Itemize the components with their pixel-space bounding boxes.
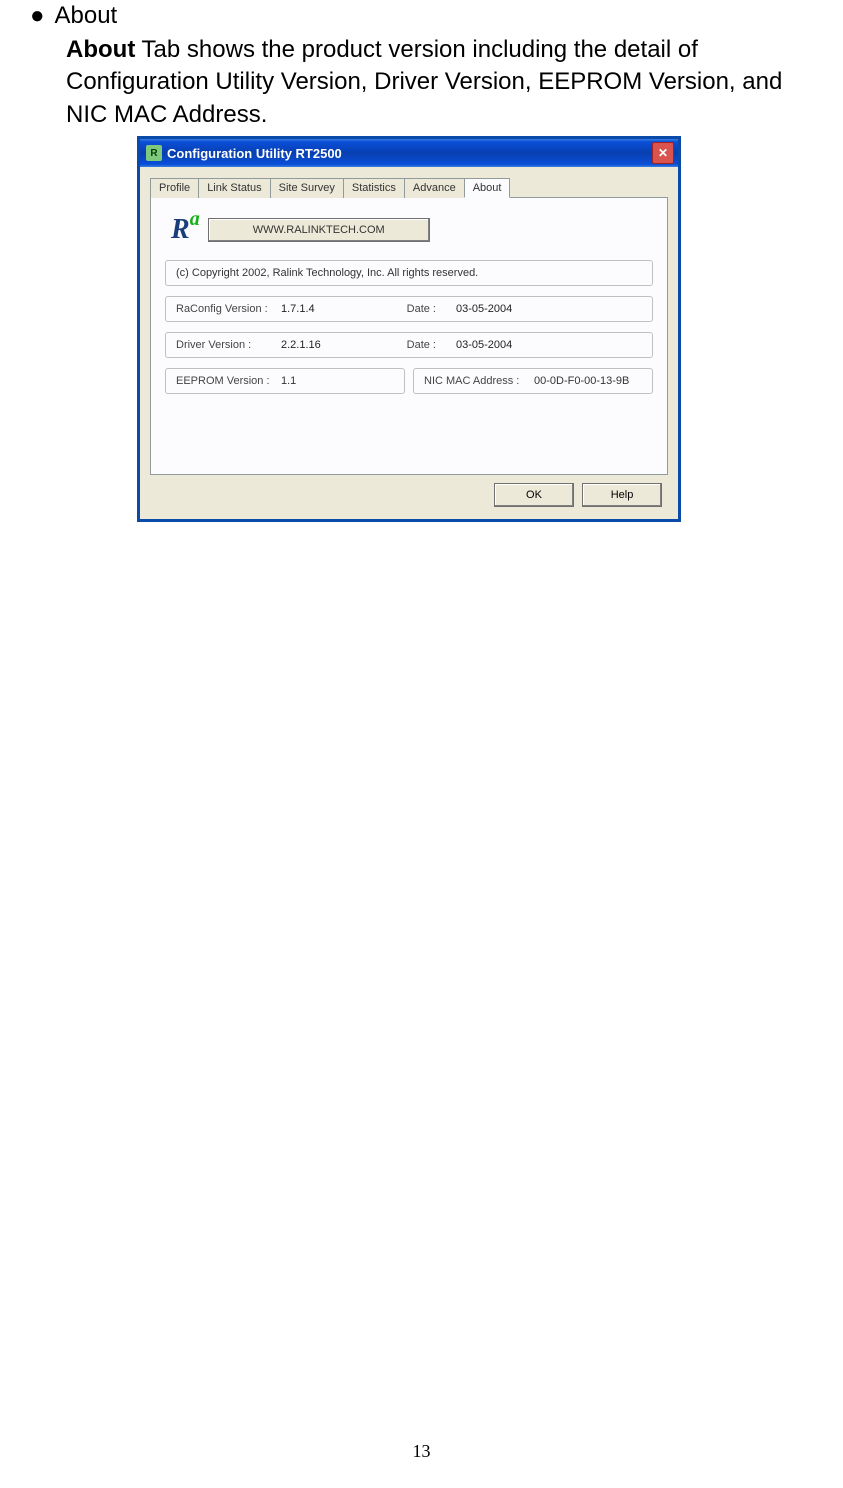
tab-strip: Profile Link Status Site Survey Statisti… [150,177,668,198]
tab-link-status[interactable]: Link Status [198,178,270,198]
para-rest: Tab shows the product version including … [66,36,782,128]
copyright-box: (c) Copyright 2002, Ralink Technology, I… [165,260,653,286]
eeprom-label: EEPROM Version : [176,375,281,387]
ok-button[interactable]: OK [494,483,574,507]
ralink-logo: Ra [171,214,190,246]
bullet-text: About [55,2,118,29]
raconfig-label: RaConfig Version : [176,303,281,315]
close-button[interactable]: ✕ [652,142,674,164]
driver-date-label: Date : [376,339,436,351]
window-title: Configuration Utility RT2500 [167,146,342,161]
config-utility-window: R Configuration Utility RT2500 ✕ Profile… [138,137,680,521]
website-button[interactable]: WWW.RALINKTECH.COM [208,218,430,242]
tab-profile[interactable]: Profile [150,178,199,198]
raconfig-value: 1.7.1.4 [281,303,376,315]
tab-content-about: Ra WWW.RALINKTECH.COM (c) Copyright 2002… [150,198,668,475]
driver-box: Driver Version : 2.2.1.16 Date : 03-05-2… [165,332,653,358]
driver-date-value: 03-05-2004 [456,339,512,351]
help-button[interactable]: Help [582,483,662,507]
page-number: 13 [0,1441,843,1462]
logo-row: Ra WWW.RALINKTECH.COM [165,214,653,246]
nic-value: 00-0D-F0-00-13-9B [534,375,629,387]
nic-box: NIC MAC Address : 00-0D-F0-00-13-9B [413,368,653,394]
window-body: Profile Link Status Site Survey Statisti… [140,167,678,519]
close-icon: ✕ [658,146,668,160]
eeprom-value: 1.1 [281,375,296,387]
eeprom-box: EEPROM Version : 1.1 [165,368,405,394]
raconfig-box: RaConfig Version : 1.7.1.4 Date : 03-05-… [165,296,653,322]
copyright-text: (c) Copyright 2002, Ralink Technology, I… [176,267,478,279]
para-bold: About [66,36,135,63]
raconfig-date-label: Date : [376,303,436,315]
tab-advance[interactable]: Advance [404,178,465,198]
bullet-heading: ● About [30,2,813,30]
nic-label: NIC MAC Address : [424,375,534,387]
tab-site-survey[interactable]: Site Survey [270,178,344,198]
app-icon: R [146,145,162,161]
title-bar: R Configuration Utility RT2500 ✕ [140,139,678,167]
raconfig-date-value: 03-05-2004 [456,303,512,315]
eeprom-nic-row: EEPROM Version : 1.1 NIC MAC Address : 0… [165,368,653,404]
driver-value: 2.2.1.16 [281,339,376,351]
bullet-dot: ● [30,2,45,29]
dialog-buttons: OK Help [150,475,668,509]
paragraph: About Tab shows the product version incl… [66,34,813,131]
tab-about[interactable]: About [464,178,511,198]
tab-statistics[interactable]: Statistics [343,178,405,198]
driver-label: Driver Version : [176,339,281,351]
